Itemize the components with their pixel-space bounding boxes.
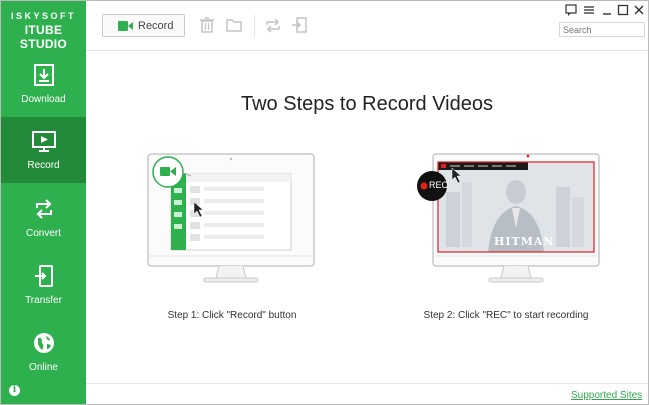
app-window: ISKYSOFT ITUBE STUDIO Download Record Co… [0, 0, 649, 405]
step1-text: Step 1: Click "Record" button [167, 310, 297, 321]
transfer-icon [1, 264, 86, 290]
sidebar-item-record[interactable]: Record [1, 117, 86, 183]
feedback-icon[interactable] [565, 4, 577, 16]
page-title: Two Steps to Record Videos [241, 93, 493, 115]
info-icon[interactable]: i [9, 385, 20, 396]
brand-line1: ISKYSOFT [10, 11, 76, 21]
close-icon[interactable] [633, 4, 645, 16]
trash-icon[interactable] [199, 17, 215, 33]
sidebar-item-online[interactable]: Online [1, 319, 86, 385]
sidebar-item-label: Download [21, 94, 66, 105]
sidebar-item-label: Online [29, 362, 58, 373]
maximize-icon[interactable] [617, 4, 629, 16]
download-icon [1, 63, 86, 89]
step1-illustration [147, 153, 315, 283]
convert-icon [1, 197, 86, 223]
record-button-label: Record [138, 20, 174, 32]
sidebar-item-label: Transfer [25, 295, 62, 306]
search-input[interactable] [559, 22, 645, 37]
minimize-icon[interactable] [601, 4, 613, 16]
sidebar-item-label: Convert [25, 228, 61, 239]
main-content: Two Steps to Record Videos REC HITMAN St… [86, 52, 648, 404]
globe-icon [1, 331, 86, 357]
sidebar: ISKYSOFT ITUBE STUDIO Download Record Co… [1, 1, 86, 404]
sidebar-item-transfer[interactable]: Transfer [1, 252, 86, 318]
folder-icon[interactable] [226, 17, 242, 33]
sidebar-item-convert[interactable]: Convert [1, 185, 86, 251]
brand-line2: ITUBE STUDIO [19, 23, 68, 51]
monitor-record-icon [1, 129, 86, 155]
transfer-toolbar-icon[interactable] [291, 17, 307, 33]
sidebar-item-label: Record [27, 160, 60, 171]
step2-illustration [417, 153, 600, 283]
sidebar-item-download[interactable]: Download [1, 51, 86, 117]
record-button[interactable]: Record [102, 14, 185, 37]
toolbar: Record [86, 1, 648, 51]
step2-text: Step 2: Click "REC" to start recording [423, 310, 589, 321]
toolbar-divider [254, 15, 255, 37]
menu-icon[interactable] [583, 4, 595, 16]
video-camera-icon [118, 21, 133, 31]
supported-sites-link[interactable]: Supported Sites [571, 390, 642, 401]
convert-toolbar-icon[interactable] [265, 17, 281, 33]
brand-logo: ISKYSOFT ITUBE STUDIO [1, 1, 86, 51]
movie-title: HITMAN [494, 235, 555, 248]
footer-divider [86, 383, 648, 384]
rec-badge-label: REC [429, 180, 449, 190]
